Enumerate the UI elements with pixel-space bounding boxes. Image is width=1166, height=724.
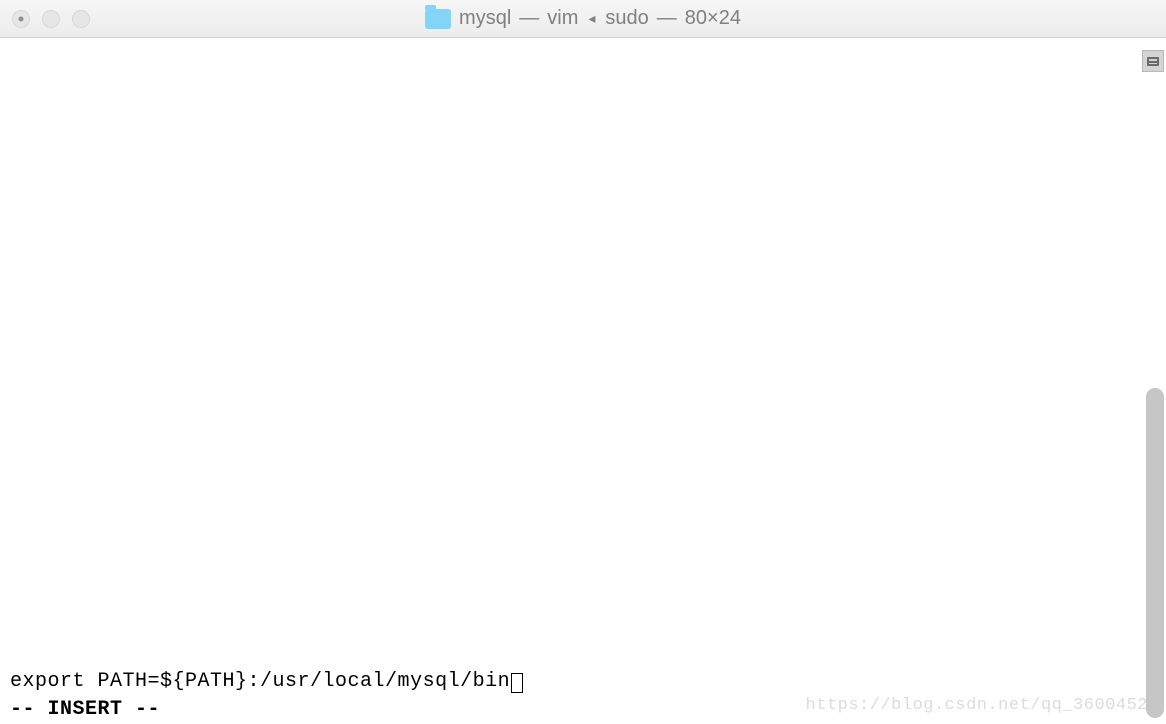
window-titlebar: mysql — vim ◂ sudo — 80×24 xyxy=(0,0,1166,38)
close-window-button[interactable] xyxy=(12,10,30,28)
left-arrow-icon: ◂ xyxy=(586,10,597,27)
title-process: vim xyxy=(547,7,578,30)
line-text: export PATH=${PATH}:/usr/local/mysql/bin xyxy=(10,670,510,693)
window-title: mysql — vim ◂ sudo — 80×24 xyxy=(425,7,741,30)
terminal-body[interactable]: export PATH=${PATH}:/usr/local/mysql/bin… xyxy=(0,38,1166,724)
folder-icon xyxy=(425,9,451,29)
title-dimensions: 80×24 xyxy=(685,7,741,30)
scrollbar-track[interactable] xyxy=(1144,38,1166,724)
minimize-window-button[interactable] xyxy=(42,10,60,28)
title-folder-name: mysql xyxy=(459,7,511,30)
watermark-text: https://blog.csdn.net/qq_3600452 xyxy=(806,692,1148,720)
title-parent-process: sudo xyxy=(605,7,648,30)
traffic-lights xyxy=(12,10,90,28)
scrollbar-thumb[interactable] xyxy=(1146,388,1164,718)
cursor-icon xyxy=(511,673,523,693)
title-separator: — xyxy=(657,7,677,30)
zoom-window-button[interactable] xyxy=(72,10,90,28)
title-separator: — xyxy=(519,7,539,30)
